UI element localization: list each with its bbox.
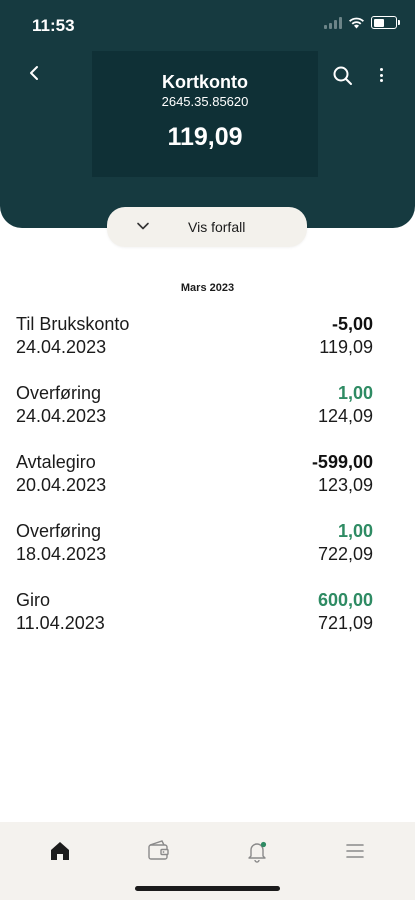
transaction-name: Giro <box>16 590 51 610</box>
month-heading: Mars 2023 <box>180 282 235 294</box>
vis-forfall-label: Vis forfall <box>188 219 246 235</box>
transaction-row[interactable]: Overføring 24.04.2023 1,00 124,09 <box>0 381 415 450</box>
account-balance: 119,09 <box>167 123 243 151</box>
nav-home[interactable] <box>46 837 76 865</box>
home-indicator <box>135 886 280 891</box>
more-dot-icon <box>379 68 383 71</box>
search-icon <box>333 66 352 85</box>
wallet-icon <box>148 840 169 860</box>
transaction-amount: 600,00 <box>317 590 373 610</box>
transaction-name: Til Brukskonto <box>16 314 130 334</box>
home-icon <box>51 842 69 860</box>
account-name: Kortkonto <box>162 72 248 92</box>
battery-icon <box>371 16 400 29</box>
transaction-row[interactable]: Avtalegiro 20.04.2023 -599,00 123,09 <box>0 450 415 519</box>
status-time: 11:53 <box>32 16 75 35</box>
transaction-amount: 1,00 <box>337 383 373 403</box>
header: 11:53 Kortkonto 2645.35.85620 119,09 <box>0 0 415 228</box>
transaction-date: 20.04.2023 <box>16 475 107 495</box>
transaction-date: 18.04.2023 <box>16 544 107 564</box>
transaction-row[interactable]: Giro 11.04.2023 600,00 721,09 <box>0 588 415 657</box>
transaction-name: Overføring <box>16 521 102 541</box>
signal-icon <box>324 16 342 29</box>
transaction-list: Til Brukskonto 24.04.2023 -5,00 119,09 O… <box>0 312 415 657</box>
account-number: 2645.35.85620 <box>161 94 249 109</box>
chevron-left-icon <box>30 66 38 80</box>
transaction-amount: -599,00 <box>311 452 373 472</box>
transaction-date: 11.04.2023 <box>16 613 105 633</box>
menu-icon <box>346 844 364 858</box>
more-dot-icon <box>379 79 383 82</box>
transaction-balance: 123,09 <box>317 475 373 495</box>
back-button[interactable] <box>20 58 48 88</box>
more-dot-icon <box>379 73 383 77</box>
wifi-icon <box>349 17 364 28</box>
transaction-amount: -5,00 <box>331 314 373 334</box>
transaction-row[interactable]: Overføring 18.04.2023 1,00 722,09 <box>0 519 415 588</box>
nav-notifications[interactable] <box>243 837 273 865</box>
more-options-button[interactable] <box>372 63 390 89</box>
transaction-name: Overføring <box>16 383 102 403</box>
transaction-name: Avtalegiro <box>16 452 96 472</box>
transaction-date: 24.04.2023 <box>16 337 107 357</box>
transaction-balance: 119,09 <box>319 337 373 357</box>
nav-menu[interactable] <box>341 837 371 865</box>
chevron-down-icon <box>137 222 149 230</box>
transaction-balance: 124,09 <box>317 406 373 426</box>
bell-icon <box>248 841 267 863</box>
account-summary-card: Kortkonto 2645.35.85620 119,09 <box>92 51 318 177</box>
transaction-date: 24.04.2023 <box>16 406 107 426</box>
transaction-balance: 722,09 <box>317 544 373 564</box>
nav-wallet[interactable] <box>144 837 174 865</box>
vis-forfall-button[interactable]: Vis forfall <box>107 207 307 247</box>
status-icons <box>324 16 400 29</box>
search-button[interactable] <box>330 63 356 89</box>
transaction-amount: 1,00 <box>337 521 373 541</box>
transaction-balance: 721,09 <box>317 613 373 633</box>
transaction-row[interactable]: Til Brukskonto 24.04.2023 -5,00 119,09 <box>0 312 415 381</box>
